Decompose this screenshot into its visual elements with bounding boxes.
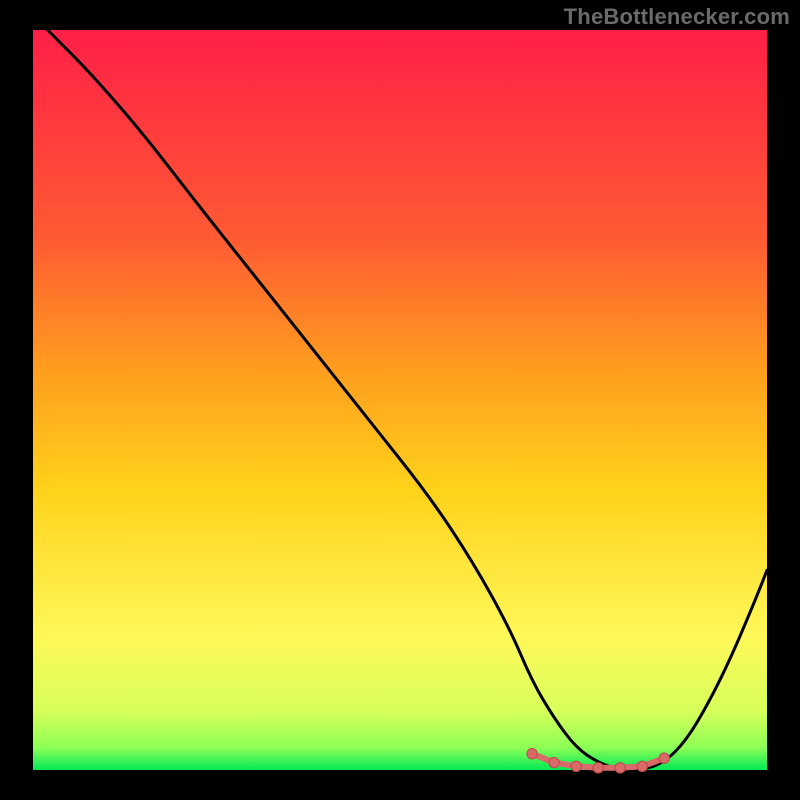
valley-marker-dot xyxy=(637,761,647,771)
valley-marker-dot xyxy=(615,763,625,773)
valley-marker-dot xyxy=(571,761,581,771)
valley-marker-dot xyxy=(549,757,559,767)
chart-canvas xyxy=(0,0,800,800)
chart-frame: TheBottlenecker.com xyxy=(0,0,800,800)
valley-marker-dot xyxy=(593,763,603,773)
valley-marker-dot xyxy=(527,749,537,759)
valley-marker-dot xyxy=(659,753,669,763)
watermark-text: TheBottlenecker.com xyxy=(564,4,790,30)
